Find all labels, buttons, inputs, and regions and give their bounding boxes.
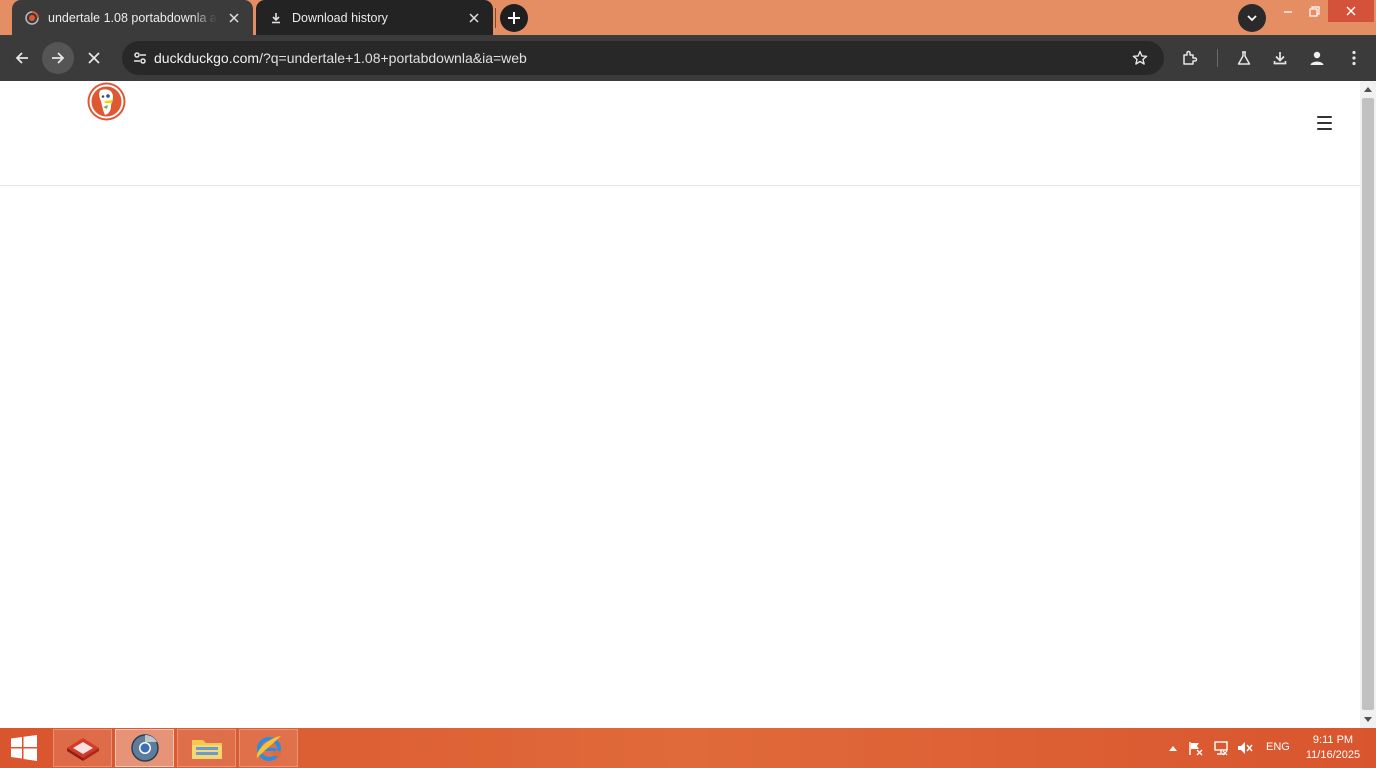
tab-title: undertale 1.08 portabdownla at bbox=[48, 10, 217, 25]
back-icon bbox=[15, 52, 28, 64]
url-host: duckduckgo.com bbox=[154, 50, 260, 66]
page-scrollbar[interactable] bbox=[1360, 81, 1376, 728]
scrollbar-thumb[interactable] bbox=[1362, 98, 1374, 710]
duckduckgo-logo[interactable] bbox=[86, 81, 127, 122]
download-icon bbox=[268, 10, 284, 26]
more-menu-button[interactable] bbox=[1338, 42, 1370, 74]
taskbar-app-red[interactable] bbox=[53, 729, 112, 767]
labs-button[interactable] bbox=[1228, 42, 1260, 74]
clock-date: 11/16/2025 bbox=[1305, 749, 1361, 761]
tab-download-history[interactable]: Download history bbox=[256, 0, 493, 35]
app-red-icon bbox=[66, 738, 99, 761]
profile-button[interactable] bbox=[1301, 42, 1333, 74]
extensions-icon bbox=[1183, 50, 1198, 65]
file-explorer-icon bbox=[191, 740, 222, 759]
menu-line bbox=[1316, 116, 1332, 118]
toolbar-divider bbox=[1217, 49, 1218, 67]
tab-strip: undertale 1.08 portabdownla at Download … bbox=[0, 0, 1376, 35]
scroll-up-arrow-icon[interactable] bbox=[1360, 81, 1376, 97]
start-button[interactable] bbox=[0, 728, 48, 768]
internet-explorer-icon bbox=[256, 736, 281, 761]
browser-toolbar: duckduckgo.com/?q=undertale+1.08+portabd… bbox=[0, 35, 1376, 81]
labs-icon bbox=[1237, 51, 1251, 65]
tab-search-button[interactable] bbox=[1238, 4, 1266, 32]
close-tab-icon[interactable] bbox=[463, 7, 485, 29]
taskbar-app-internet-explorer[interactable] bbox=[239, 729, 298, 767]
duckduckgo-loading-icon bbox=[24, 10, 40, 26]
tab-duckduckgo-search[interactable]: undertale 1.08 portabdownla at bbox=[12, 0, 253, 35]
minimize-icon bbox=[1284, 11, 1292, 13]
ddg-header bbox=[0, 81, 1360, 186]
stop-icon bbox=[88, 52, 100, 64]
site-settings-icon[interactable] bbox=[128, 46, 152, 70]
scroll-down-arrow-icon[interactable] bbox=[1360, 712, 1376, 728]
system-clock[interactable]: 9:11 PM 11/16/2025 bbox=[1298, 733, 1368, 763]
forward-icon bbox=[52, 52, 65, 64]
close-icon bbox=[1346, 6, 1356, 16]
url-path: /?q=undertale+1.08+portabdownla&ia=web bbox=[259, 50, 527, 66]
stop-loading-button[interactable] bbox=[78, 42, 110, 74]
bookmark-star-icon[interactable] bbox=[1130, 48, 1150, 68]
address-bar[interactable]: duckduckgo.com/?q=undertale+1.08+portabd… bbox=[122, 41, 1164, 75]
hamburger-menu-icon[interactable] bbox=[1312, 113, 1336, 133]
volume-muted-icon[interactable] bbox=[1236, 739, 1254, 757]
profile-icon bbox=[1310, 51, 1324, 65]
show-hidden-icons-icon[interactable] bbox=[1164, 739, 1182, 757]
forward-button[interactable] bbox=[42, 42, 74, 74]
new-tab-button[interactable] bbox=[500, 4, 528, 32]
close-window-button[interactable] bbox=[1328, 0, 1374, 22]
download-icon bbox=[1273, 52, 1287, 65]
menu-line bbox=[1316, 122, 1332, 124]
input-language-indicator[interactable]: ENG bbox=[1266, 741, 1290, 753]
taskbar-app-chrome[interactable] bbox=[115, 729, 174, 767]
downloads-button[interactable] bbox=[1264, 42, 1296, 74]
network-icon[interactable] bbox=[1212, 739, 1230, 757]
plus-icon bbox=[508, 12, 520, 24]
action-center-flag-icon[interactable] bbox=[1187, 739, 1205, 757]
address-bar-url[interactable]: duckduckgo.com/?q=undertale+1.08+portabd… bbox=[154, 50, 527, 66]
menu-line bbox=[1316, 128, 1332, 130]
clock-time: 9:11 PM bbox=[1312, 734, 1354, 746]
tab-divider bbox=[495, 8, 496, 28]
close-tab-icon[interactable] bbox=[223, 7, 245, 29]
taskbar-app-file-explorer[interactable] bbox=[177, 729, 236, 767]
restore-icon bbox=[1308, 5, 1320, 17]
more-menu-icon bbox=[1352, 50, 1356, 66]
web-page bbox=[0, 81, 1360, 728]
tab-title: Download history bbox=[292, 10, 388, 25]
windows-logo-icon bbox=[11, 735, 37, 761]
extensions-button[interactable] bbox=[1174, 42, 1206, 74]
windows-taskbar: ENG 9:11 PM 11/16/2025 bbox=[0, 728, 1376, 768]
chevron-down-icon bbox=[1247, 15, 1257, 22]
back-button[interactable] bbox=[6, 42, 38, 74]
chrome-icon bbox=[130, 734, 159, 762]
